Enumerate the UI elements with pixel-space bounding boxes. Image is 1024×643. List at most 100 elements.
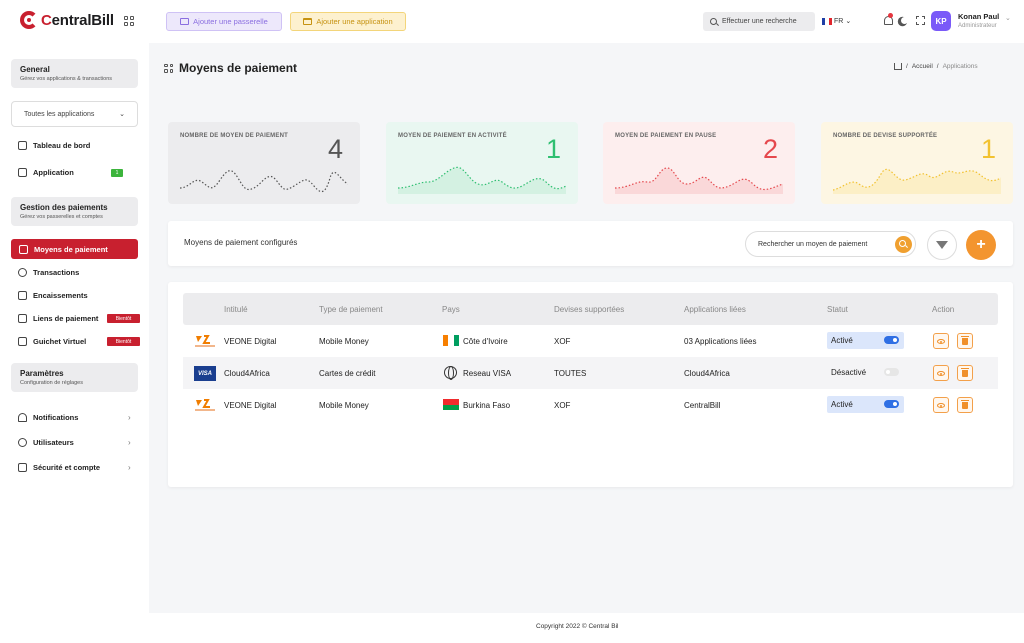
delete-button[interactable] [957, 365, 973, 381]
section-parametres-subtitle: Configuration de réglages [20, 380, 83, 386]
stat-label: MOYEN DE PAIEMENT EN ACTIVITÉ [398, 133, 507, 139]
sidebar-item-dashboard[interactable]: Tableau de bord [18, 141, 90, 150]
section-parametres-title: Paramètres [20, 369, 64, 378]
cell-apps: Cloud4Africa [684, 369, 730, 378]
sidebar-item-label: Application [33, 168, 74, 177]
stat-card-total: NOMBRE DE MOYEN DE PAIEMENT 4 [168, 122, 360, 204]
status-toggle[interactable] [884, 336, 899, 344]
globe-icon [444, 366, 457, 380]
section-general: General Gérez vos applications & transac… [11, 59, 138, 88]
payment-search-placeholder: Rechercher un moyen de paiement [758, 240, 868, 248]
chevron-down-icon: ⌄ [845, 18, 852, 25]
cell-currency: XOF [554, 401, 571, 410]
cell-country: Burkina Faso [463, 401, 511, 410]
add-gateway-button[interactable]: Ajouter une passerelle [166, 12, 282, 31]
eye-icon [937, 338, 945, 344]
france-flag-icon [822, 17, 832, 25]
view-button[interactable] [933, 365, 949, 381]
chevron-right-icon: › [128, 438, 131, 447]
breadcrumb-home[interactable]: Accueil [912, 63, 933, 70]
table-row[interactable]: VEONE Digital Mobile Money Côte d'Ivoire… [183, 325, 998, 357]
stat-card-currencies: NOMBRE DE DEVISE SUPPORTÉE 1 [821, 122, 1013, 204]
breadcrumb-separator: / [906, 63, 908, 70]
delete-button[interactable] [957, 397, 973, 413]
coming-soon-badge: Bientôt [107, 314, 140, 323]
sidebar-item-encaissements[interactable]: Encaissements [18, 291, 88, 300]
stat-value: 4 [327, 134, 343, 164]
add-payment-method-button[interactable]: + [966, 230, 996, 260]
orange-money-logo [195, 335, 215, 347]
status-toggle[interactable] [884, 368, 899, 376]
avatar[interactable]: KP [931, 11, 951, 31]
status-label: Activé [831, 336, 853, 345]
table-row[interactable]: VISA Cloud4Africa Cartes de crédit Resea… [183, 357, 998, 389]
cell-currency: XOF [554, 337, 571, 346]
sidebar-item-users[interactable]: Utilisateurs [18, 438, 74, 447]
application-select[interactable]: Toutes les applications ⌄ [11, 101, 138, 127]
section-gestion-subtitle: Gérez vos passerelles et comptes [20, 214, 103, 220]
orange-money-logo [195, 399, 215, 411]
language-selector[interactable]: FR ⌄ [822, 17, 851, 25]
sidebar-item-application[interactable]: Application [18, 168, 74, 177]
payment-methods-table: Intitulé Type de paiement Pays Devises s… [168, 282, 1013, 487]
logo-mark [20, 11, 38, 29]
stat-label: MOYEN DE PAIEMENT EN PAUSE [615, 133, 717, 139]
breadcrumb: / Accueil / Applications [894, 63, 978, 70]
sidebar-item-payment-methods[interactable]: Moyens de paiement [11, 239, 138, 259]
view-button[interactable] [933, 333, 949, 349]
sidebar-item-payment-links[interactable]: Liens de paiement [18, 314, 98, 323]
column-header: Pays [442, 305, 460, 314]
section-general-title: General [20, 65, 50, 74]
add-application-label: Ajouter une application [316, 17, 393, 26]
search-button[interactable] [895, 236, 912, 253]
global-search-input[interactable]: Effectuer une recherche [703, 12, 815, 31]
apps-grid-icon[interactable] [124, 16, 134, 26]
status-badge: Désactivé [827, 364, 904, 381]
status-label: Activé [831, 400, 853, 409]
section-gestion-title: Gestion des paiements [20, 203, 108, 212]
coming-soon-badge: Bientôt [107, 337, 140, 346]
sidebar-item-label: Liens de paiement [33, 314, 99, 323]
add-application-button[interactable]: Ajouter une application [290, 12, 406, 31]
payment-methods-toolbar: Moyens de paiement configurés Rechercher… [168, 221, 1013, 266]
cash-icon [18, 291, 27, 300]
delete-button[interactable] [957, 333, 973, 349]
table-row[interactable]: VEONE Digital Mobile Money Burkina Faso … [183, 389, 998, 421]
stat-sparkline [180, 170, 348, 193]
sidebar-item-virtual-counter[interactable]: Guichet Virtuel [18, 337, 86, 346]
cell-country: Côte d'Ivoire [463, 337, 508, 346]
app-logo[interactable]: CentralBill [20, 11, 114, 29]
sidebar-item-notifications[interactable]: Notifications [18, 413, 78, 422]
status-badge: Activé [827, 332, 904, 349]
payment-search-input[interactable]: Rechercher un moyen de paiement [745, 231, 916, 257]
logo-text: entralBill [51, 11, 114, 29]
column-header: Type de paiement [319, 305, 383, 314]
status-toggle[interactable] [884, 400, 899, 408]
user-menu-chevron-icon[interactable]: ⌄ [1005, 14, 1011, 22]
section-gestion: Gestion des paiements Gérez vos passerel… [11, 197, 138, 226]
sidebar-item-security[interactable]: Sécurité et compte [18, 463, 100, 472]
status-label: Désactivé [831, 368, 867, 377]
cell-currency: TOUTES [554, 369, 587, 378]
application-count-badge: 1 [111, 169, 123, 177]
language-label: FR [834, 17, 844, 25]
users-icon [18, 438, 27, 447]
eye-icon [937, 402, 945, 408]
stat-label: NOMBRE DE DEVISE SUPPORTÉE [833, 133, 938, 139]
sidebar-item-transactions[interactable]: Transactions [18, 268, 79, 277]
filter-button[interactable] [927, 230, 957, 260]
sidebar: General Gérez vos applications & transac… [0, 43, 149, 643]
sidebar-item-label: Moyens de paiement [34, 244, 108, 254]
chevron-right-icon: › [128, 463, 131, 472]
table-header: Intitulé Type de paiement Pays Devises s… [183, 293, 998, 325]
home-icon[interactable] [894, 63, 902, 70]
copyright: Copyright 2022 © Central Bil [536, 623, 619, 630]
view-button[interactable] [933, 397, 949, 413]
counter-icon [18, 337, 27, 346]
fullscreen-icon[interactable] [916, 16, 925, 25]
search-icon [899, 240, 906, 247]
moon-icon[interactable] [901, 17, 908, 24]
user-name[interactable]: Konan Paul [958, 12, 999, 21]
trash-icon [961, 367, 969, 377]
gateway-icon [180, 18, 190, 25]
